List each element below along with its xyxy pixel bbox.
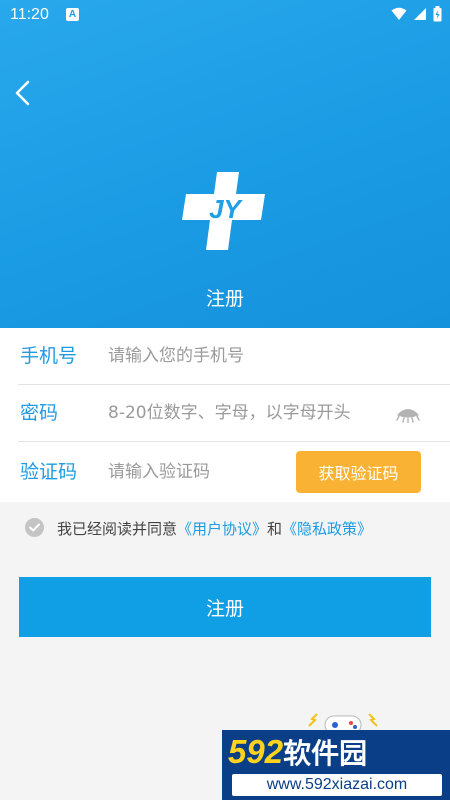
- code-input[interactable]: [108, 456, 278, 488]
- register-form: 手机号 密码 验证码 获取验证码: [0, 328, 450, 502]
- code-row: 验证码 获取验证码: [0, 442, 450, 502]
- agreement-prefix: 我已经阅读并同意: [57, 520, 178, 538]
- agreement-text: 我已经阅读并同意《用户协议》和《隐私政策》: [57, 518, 372, 539]
- password-label: 密码: [20, 402, 59, 424]
- status-icons: [391, 6, 442, 22]
- code-label: 验证码: [20, 461, 78, 483]
- status-time: 11:20: [10, 6, 49, 23]
- header: 11:20 A JY 注册: [0, 0, 450, 328]
- watermark: 592软件园 www.592xiazai.com: [222, 730, 450, 800]
- chevron-left-icon: [15, 80, 30, 106]
- watermark-brand: 592软件园: [228, 730, 367, 774]
- logo-text: JY: [209, 194, 243, 224]
- phone-label: 手机号: [20, 345, 78, 367]
- phone-row: 手机号: [0, 328, 450, 384]
- user-agreement-link[interactable]: 《用户协议》: [177, 520, 267, 538]
- register-button[interactable]: 注册: [19, 577, 431, 637]
- watermark-name: 软件园: [283, 737, 368, 770]
- status-bar: 11:20 A: [0, 0, 450, 32]
- check-mark-icon: [29, 523, 40, 532]
- password-input[interactable]: [108, 397, 398, 429]
- back-button[interactable]: [8, 76, 38, 110]
- eye-closed-icon[interactable]: [396, 403, 420, 423]
- app-logo: JY: [182, 172, 265, 250]
- wifi-icon: [391, 7, 407, 20]
- agreement-row: 我已经阅读并同意《用户协议》和《隐私政策》: [0, 510, 450, 546]
- battery-icon: [433, 6, 442, 22]
- page-title: 注册: [205, 288, 244, 310]
- privacy-policy-link[interactable]: 《隐私政策》: [282, 520, 372, 538]
- watermark-number: 592: [228, 733, 284, 770]
- phone-input[interactable]: [108, 340, 428, 372]
- get-code-button[interactable]: 获取验证码: [296, 451, 421, 493]
- password-row: 密码: [0, 385, 450, 441]
- notification-badge: A: [66, 8, 79, 21]
- agreement-conjunction: 和: [267, 520, 283, 538]
- checkbox-icon[interactable]: [25, 518, 44, 537]
- cellular-icon: [414, 8, 426, 20]
- watermark-url: www.592xiazai.com: [232, 774, 442, 796]
